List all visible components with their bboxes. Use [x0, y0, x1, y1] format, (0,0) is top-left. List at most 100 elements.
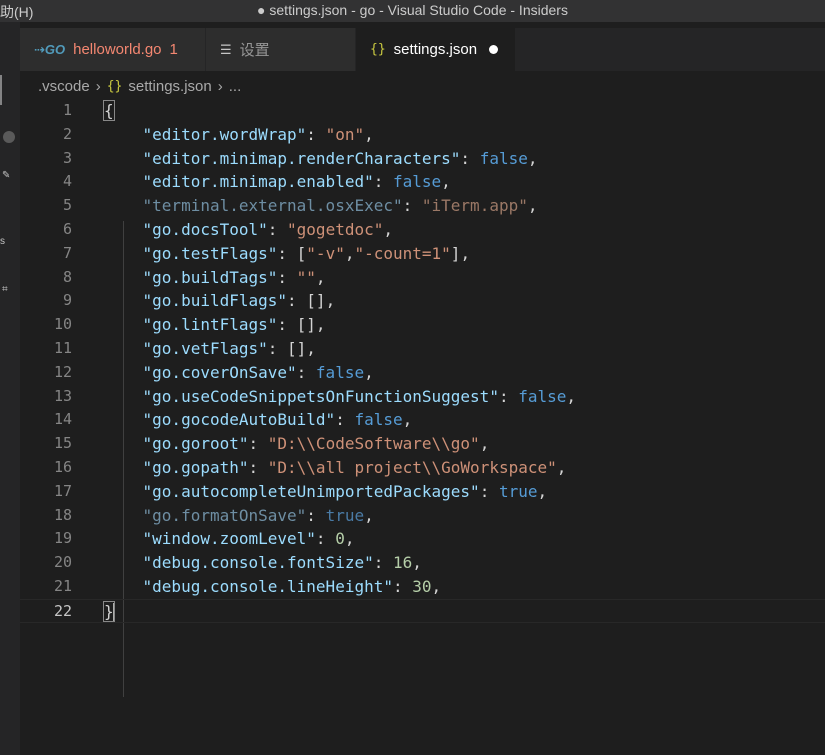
code-line[interactable]: 2 "editor.wordWrap": "on",	[20, 123, 825, 147]
setting-value: "D:\\all project\\GoWorkspace"	[267, 458, 557, 477]
code-line[interactable]: 20 "debug.console.fontSize": 16,	[20, 551, 825, 575]
code-content: "go.buildFlags": [],	[104, 289, 336, 313]
code-line[interactable]: 17 "go.autocompleteUnimportedPackages": …	[20, 480, 825, 504]
code-content: "window.zoomLevel": 0,	[104, 527, 355, 551]
code-line[interactable]: 9 "go.buildFlags": [],	[20, 289, 825, 313]
colon: :	[277, 243, 297, 263]
line-number: 4	[62, 172, 72, 191]
comma: ,	[527, 148, 538, 168]
code-line[interactable]: 3 "editor.minimap.renderCharacters": fal…	[20, 147, 825, 171]
comma: ,	[383, 220, 393, 239]
code-line[interactable]: 4 "editor.minimap.enabled": false,	[20, 170, 825, 194]
line-number: 22	[53, 601, 72, 620]
code-line[interactable]: 7 "go.testFlags": ["-v","-count=1"],	[20, 242, 825, 266]
line-number: 14	[53, 410, 72, 429]
setting-value: "on"	[325, 124, 365, 144]
line-number: 10	[53, 315, 72, 334]
explorer-icon[interactable]	[2, 130, 16, 144]
code-line[interactable]: 18 "go.formatOnSave": true,	[20, 504, 825, 528]
code-content: "go.lintFlags": [],	[104, 313, 326, 337]
window-title: ● settings.json - go - Visual Studio Cod…	[257, 2, 568, 18]
setting-key: "go.useCodeSnippetsOnFunctionSuggest"	[142, 386, 499, 406]
line-number: 13	[53, 386, 72, 405]
code-content: "go.testFlags": ["-v","-count=1"],	[104, 242, 471, 266]
code-line[interactable]: 5 "terminal.external.osxExec": "iTerm.ap…	[20, 194, 825, 218]
setting-value: ""	[296, 267, 316, 287]
setting-key: "go.formatOnSave"	[142, 505, 307, 525]
code-line[interactable]: 21 "debug.console.lineHeight": 30,	[20, 575, 825, 599]
code-content: "go.gopath": "D:\\all project\\GoWorkspa…	[104, 456, 567, 480]
setting-value-part: [	[296, 243, 307, 263]
source-control-icon[interactable]: ✎	[2, 170, 10, 181]
tab-helloworld-go[interactable]: ⇢GO helloworld.go 1	[20, 28, 206, 71]
comma: ,	[479, 434, 490, 454]
tab-settings-json[interactable]: {} settings.json	[356, 28, 516, 71]
breadcrumb-more[interactable]: ...	[229, 78, 242, 95]
line-number: 21	[53, 577, 72, 595]
comma: ,	[364, 362, 374, 382]
code-line[interactable]: 11 "go.vetFlags": [],	[20, 337, 825, 361]
line-number: 8	[62, 267, 72, 286]
breadcrumb-file[interactable]: settings.json	[128, 78, 211, 95]
json-braces-icon: {}	[106, 78, 123, 94]
setting-key: "debug.console.fontSize"	[142, 553, 374, 573]
setting-value: false	[315, 362, 365, 382]
code-line[interactable]: 8 "go.buildTags": "",	[20, 266, 825, 290]
code-content: "debug.console.fontSize": 16,	[104, 551, 422, 575]
colon: :	[296, 362, 316, 382]
line-number: 5	[62, 196, 72, 215]
tab-label: 设置	[239, 42, 270, 59]
tab-settings-ui[interactable]: ☰ 设置	[206, 28, 356, 71]
code-line[interactable]: 14 "go.gocodeAutoBuild": false,	[20, 408, 825, 432]
colon: :	[402, 196, 422, 216]
line-number: 16	[53, 458, 72, 476]
setting-value: false	[479, 148, 528, 168]
code-editor[interactable]: 1{2 "editor.wordWrap": "on", 3 "editor.mi…	[20, 99, 825, 755]
chevron-right-icon: ›	[95, 77, 101, 95]
code-content: "terminal.external.osxExec": "iTerm.app"…	[104, 194, 538, 218]
setting-value: true	[325, 505, 365, 525]
extensions-icon[interactable]: ⌗	[2, 284, 8, 295]
line-number: 11	[53, 339, 72, 357]
tab-label: settings.json	[393, 41, 478, 58]
code-line[interactable]: 1{	[20, 99, 825, 123]
line-number: 20	[53, 553, 72, 572]
code-content: "go.autocompleteUnimportedPackages": tru…	[104, 480, 548, 504]
line-number: 18	[53, 505, 72, 524]
colon: :	[479, 481, 499, 501]
unsaved-dot-icon[interactable]	[489, 45, 499, 54]
setting-key: "go.buildTags"	[142, 267, 278, 287]
colon: :	[267, 220, 288, 239]
breadcrumb-folder[interactable]: .vscode	[38, 78, 90, 95]
setting-value-part: "-count=1"	[354, 243, 451, 263]
code-content: "editor.minimap.enabled": false,	[104, 170, 451, 194]
code-line[interactable]: 12 "go.coverOnSave": false,	[20, 361, 825, 385]
code-line[interactable]: 10 "go.lintFlags": [],	[20, 313, 825, 337]
comma: ,	[412, 553, 422, 573]
line-number: 2	[62, 124, 72, 143]
code-line[interactable]: 19 "window.zoomLevel": 0,	[20, 527, 825, 551]
line-number: 7	[62, 243, 72, 262]
text-cursor	[112, 603, 115, 622]
colon: :	[248, 434, 268, 454]
setting-key: "go.lintFlags"	[142, 315, 278, 335]
setting-key: "go.coverOnSave"	[142, 362, 297, 382]
setting-value: false	[392, 172, 442, 192]
code-line[interactable]: 13 "go.useCodeSnippetsOnFunctionSuggest"…	[20, 385, 825, 409]
code-line[interactable]: 22}	[20, 598, 825, 623]
tab-label: helloworld.go	[73, 41, 162, 58]
code-line[interactable]: 6 "go.docsTool": "gogetdoc",	[20, 218, 825, 242]
code-content: {	[103, 99, 115, 123]
code-line[interactable]: 15 "go.goroot": "D:\\CodeSoftware\\go",	[20, 432, 825, 456]
code-line[interactable]: 16 "go.gopath": "D:\\all project\\GoWork…	[20, 456, 825, 480]
line-number: 1	[62, 101, 72, 119]
setting-value: 0	[335, 529, 345, 549]
